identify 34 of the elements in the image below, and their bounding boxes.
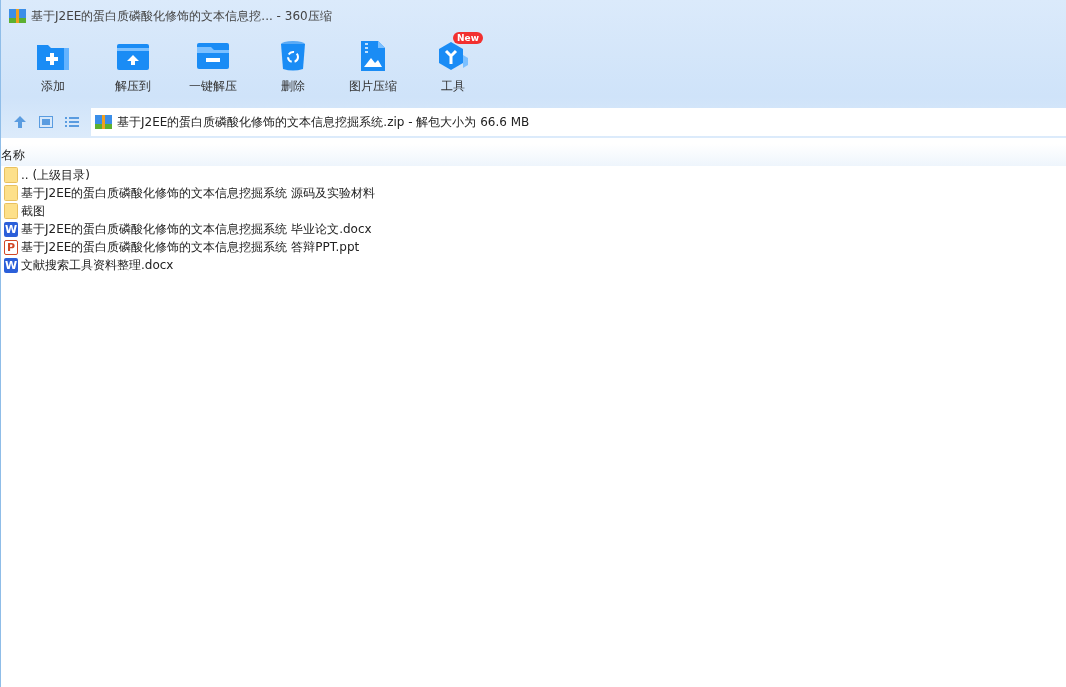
new-badge: New xyxy=(453,32,483,44)
file-row[interactable]: P 基于J2EE的蛋白质磷酸化修饰的文本信息挖掘系统 答辩PPT.ppt xyxy=(1,238,360,256)
file-row[interactable]: .. (上级目录) xyxy=(1,166,90,184)
window-title: 基于J2EE的蛋白质磷酸化修饰的文本信息挖... - 360压缩 xyxy=(31,7,332,25)
toolbar-button[interactable]: 图片压缩 xyxy=(333,32,413,106)
column-header[interactable]: 名称 xyxy=(1,146,25,164)
hexagon-tool-icon xyxy=(437,41,469,71)
file-row[interactable]: W 基于J2EE的蛋白质磷酸化修饰的文本信息挖掘系统 毕业论文.docx xyxy=(1,220,372,238)
word-document-icon: W xyxy=(4,221,18,237)
list-view-icon[interactable] xyxy=(65,116,79,128)
image-file-icon xyxy=(361,41,385,71)
toolbar-button[interactable]: New 工具 xyxy=(413,32,493,106)
word-document-icon: W xyxy=(4,257,18,273)
folder-icon xyxy=(4,203,18,219)
address-bar[interactable]: 基于J2EE的蛋白质磷酸化修饰的文本信息挖掘系统.zip - 解包大小为 66.6 MB xyxy=(91,108,1066,136)
folder-plus-icon xyxy=(37,42,69,70)
presentation-file-icon: P xyxy=(4,239,18,255)
archive-icon xyxy=(95,114,112,130)
folder-icon xyxy=(4,185,18,201)
file-row[interactable]: W 文献搜索工具资料整理.docx xyxy=(1,256,174,274)
file-row[interactable]: 截图 xyxy=(1,202,45,220)
file-row[interactable]: 基于J2EE的蛋白质磷酸化修饰的文本信息挖掘系统 源码及实验材料 xyxy=(1,184,376,202)
thumbnail-view-icon[interactable] xyxy=(39,116,53,128)
folder-upload-icon xyxy=(117,42,149,70)
toolbar-button[interactable]: 删除 xyxy=(253,32,333,106)
up-arrow-icon[interactable] xyxy=(13,115,27,129)
recycle-bin-icon xyxy=(281,41,305,71)
folder-icon xyxy=(4,167,18,183)
toolbar-button[interactable]: 一键解压 xyxy=(173,32,253,106)
toolbar-button[interactable]: 解压到 xyxy=(93,32,173,106)
archive-icon xyxy=(9,8,26,24)
archive-path: 基于J2EE的蛋白质磷酸化修饰的文本信息挖掘系统.zip - 解包大小为 66.6 MB xyxy=(117,113,530,131)
toolbar-button[interactable]: 添加 xyxy=(13,32,93,106)
folder-minus-icon xyxy=(197,43,229,69)
